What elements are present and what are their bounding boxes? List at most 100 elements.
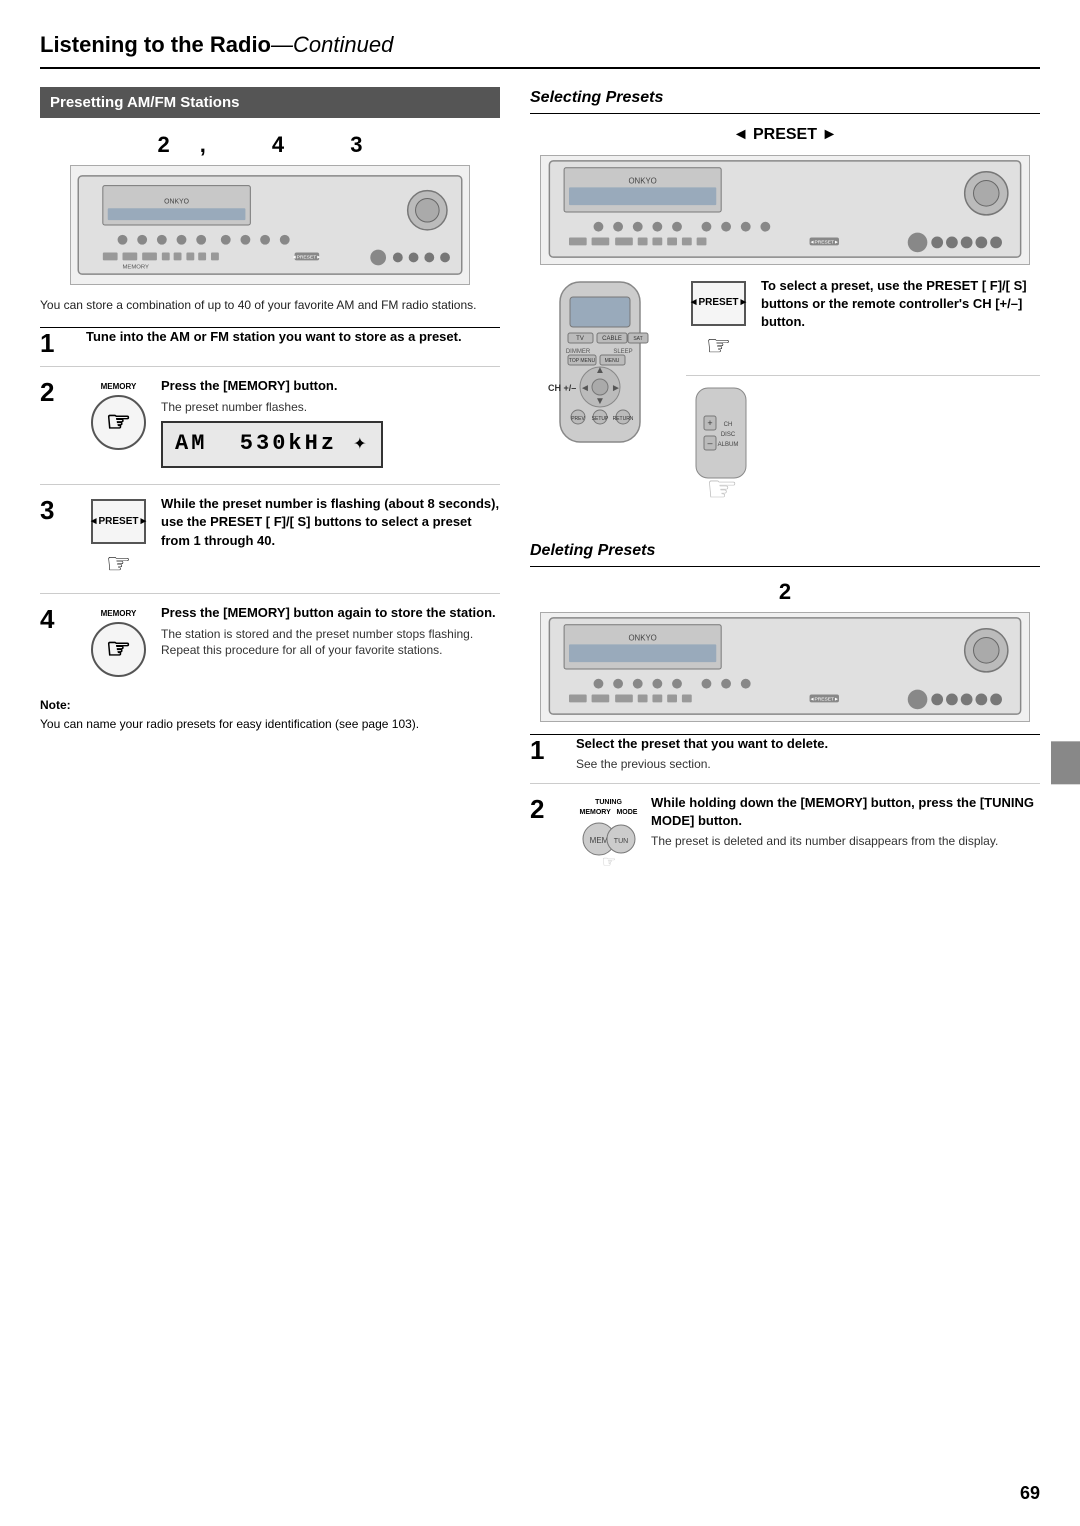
delete-step-2-content: While holding down the [MEMORY] button, … (651, 794, 1040, 850)
deleting-presets-text: Deleting Presets (530, 542, 655, 559)
svg-text:MEMORY: MEMORY (123, 264, 149, 270)
memory-label: MEMORY (91, 381, 146, 392)
hand-icon: ☞ (106, 405, 131, 439)
svg-text:▼: ▼ (595, 396, 605, 407)
am-display: AM 530kHz ✦ (161, 421, 383, 468)
selecting-presets-text: Selecting Presets (530, 89, 663, 106)
delete-step-num-text: 2 (779, 579, 791, 604)
main-content: Presetting AM/FM Stations 2, 4 3 ONKYO (40, 87, 1040, 899)
step-1-row: 1 Tune into the AM or FM station you wan… (40, 328, 500, 367)
delete-step-2-text: The preset is deleted and its number dis… (651, 833, 1040, 850)
step-4-content: Press the [MEMORY] button again to store… (161, 604, 500, 659)
svg-text:SLEEP: SLEEP (613, 349, 632, 355)
svg-text:◄PRESET►: ◄PRESET► (810, 239, 839, 245)
step-3-content: While the preset number is flashing (abo… (161, 495, 500, 553)
preset-indicator: ◄ PRESET ► (530, 124, 1040, 146)
step-4-text1: The station is stored and the preset num… (161, 626, 500, 643)
preset-arrows-label: ◄ PRESET ► (733, 126, 838, 143)
svg-text:MEM: MEM (589, 836, 608, 845)
svg-text:▲: ▲ (595, 365, 605, 376)
step-4-number: 4 (40, 604, 54, 634)
svg-text:TV: TV (576, 336, 584, 342)
delete-step-1-label: 1 (530, 735, 566, 763)
selecting-step-bold: To select a preset, use the PRESET [ F]/… (761, 277, 1040, 332)
page-container: Listening to the Radio—Continued Presett… (0, 0, 1080, 1526)
step-numbers-above: 2, 4 3 (40, 130, 500, 161)
step-4-text2: Repeat this procedure for all of your fa… (161, 642, 500, 659)
receiver-image-delete: ONKYO (540, 612, 1030, 722)
selecting-step-row: ◄PRESET► ☞ To select a preset, use the P… (686, 277, 1040, 376)
page-title: Listening to the Radio—Continued (40, 30, 1040, 69)
memory-label-2: MEMORY (91, 608, 146, 619)
svg-text:ALBUM: ALBUM (718, 442, 739, 448)
remote-hand-svg: + – CH DISC ALBUM ☞ (686, 386, 756, 516)
step-3-bold: While the preset number is flashing (abo… (161, 495, 500, 550)
title-text: Listening to the Radio (40, 32, 271, 57)
svg-text:RETURN: RETURN (613, 416, 634, 422)
presetting-header: Presetting AM/FM Stations (40, 87, 500, 118)
right-tab-text (1059, 761, 1073, 764)
memory-button-icon: ☞ (91, 395, 146, 450)
preset-arrows: ◄PRESET► (89, 515, 149, 529)
svg-text:◄PRESET►: ◄PRESET► (810, 696, 839, 702)
svg-text:SETUP: SETUP (592, 416, 609, 422)
receiver-image-right: ONKYO (540, 155, 1030, 265)
svg-text:–: – (707, 438, 712, 448)
receiver-image-left: ONKYO (70, 165, 470, 285)
step-1-number: 1 (40, 328, 54, 358)
right-tab (1051, 741, 1080, 784)
preset-button-icon: ◄PRESET► (91, 499, 146, 544)
deleting-section: Deleting Presets 2 ONKYO (530, 540, 1040, 889)
svg-text:PREV: PREV (571, 416, 585, 422)
svg-text:DIMMER: DIMMER (566, 349, 591, 355)
presetting-header-text: Presetting AM/FM Stations (50, 94, 239, 111)
step-1-bold: Tune into the AM or FM station you want … (86, 328, 500, 346)
svg-text:+: + (707, 418, 712, 428)
selecting-presets-title: Selecting Presets (530, 87, 1040, 114)
svg-text:CH: CH (724, 422, 733, 428)
note-section: Note: You can name your radio presets fo… (40, 697, 500, 734)
remote-svg: TV CABLE DIMMER SLEEP TOP MENU MENU S (530, 277, 670, 477)
delete-steps: 1 Select the preset that you want to del… (530, 734, 1040, 889)
delete-step-2-bold: While holding down the [MEMORY] button, … (651, 794, 1040, 830)
selecting-preset-icon: ◄PRESET► ☞ (686, 277, 751, 365)
preset-arrows-r: ◄PRESET► (689, 296, 749, 310)
hand-icon-3: ☞ (106, 548, 131, 579)
delete-step-2-row: 2 TUNINGMEMORY MODE MEM TUN ☞ (530, 794, 1040, 889)
intro-text: You can store a combination of up to 40 … (40, 297, 500, 314)
step-2-number: 2 (40, 377, 54, 407)
remote-image: TV CABLE DIMMER SLEEP TOP MENU MENU S (530, 277, 670, 482)
selecting-step-text: To select a preset, use the PRESET [ F]/… (761, 277, 1040, 335)
delete-step-1-bold: Select the preset that you want to delet… (576, 735, 1040, 753)
step-4-row: 4 MEMORY ☞ Press the [MEMORY] button aga… (40, 604, 500, 686)
delete-step-1-row: 1 Select the preset that you want to del… (530, 735, 1040, 784)
note-text: You can name your radio presets for easy… (40, 716, 500, 733)
delete-step-2-icon: TUNINGMEMORY MODE MEM TUN ☞ (576, 794, 641, 879)
steps-container: 1 Tune into the AM or FM station you wan… (40, 327, 500, 686)
selecting-step-content: ◄PRESET► ☞ To select a preset, use the P… (686, 277, 1040, 516)
svg-text:☞: ☞ (601, 854, 615, 871)
step-4-icon: MEMORY ☞ (86, 604, 151, 676)
step-1-label: 1 (40, 328, 76, 356)
svg-text:SAT: SAT (633, 336, 642, 342)
svg-text:◄: ◄ (580, 383, 590, 394)
svg-text:◄PRESET►: ◄PRESET► (292, 254, 321, 260)
svg-text:MENU: MENU (605, 358, 620, 364)
svg-text:TUN: TUN (613, 838, 627, 845)
memory-tuning-svg: MEM TUN ☞ (579, 819, 639, 874)
page-number: 69 (1020, 1481, 1040, 1506)
deleting-presets-title: Deleting Presets (530, 540, 1040, 567)
tuning-label: TUNINGMEMORY MODE (579, 798, 639, 818)
left-column: Presetting AM/FM Stations 2, 4 3 ONKYO (40, 87, 500, 733)
svg-text:ONKYO: ONKYO (164, 198, 189, 205)
intro-content: You can store a combination of up to 40 … (40, 298, 476, 312)
svg-text:☞: ☞ (706, 468, 738, 509)
step-2-label: 2 (40, 377, 76, 405)
step-3-label: 3 (40, 495, 76, 523)
step-numbers-text: 2, 4 3 (157, 132, 392, 157)
hand-icon-4: ☞ (106, 632, 131, 666)
step-3-number: 3 (40, 495, 54, 525)
hand-icon-select: ☞ (706, 330, 731, 361)
delete-step-1-content: Select the preset that you want to delet… (576, 735, 1040, 773)
step-3-icon: ◄PRESET► ☞ (86, 495, 151, 583)
